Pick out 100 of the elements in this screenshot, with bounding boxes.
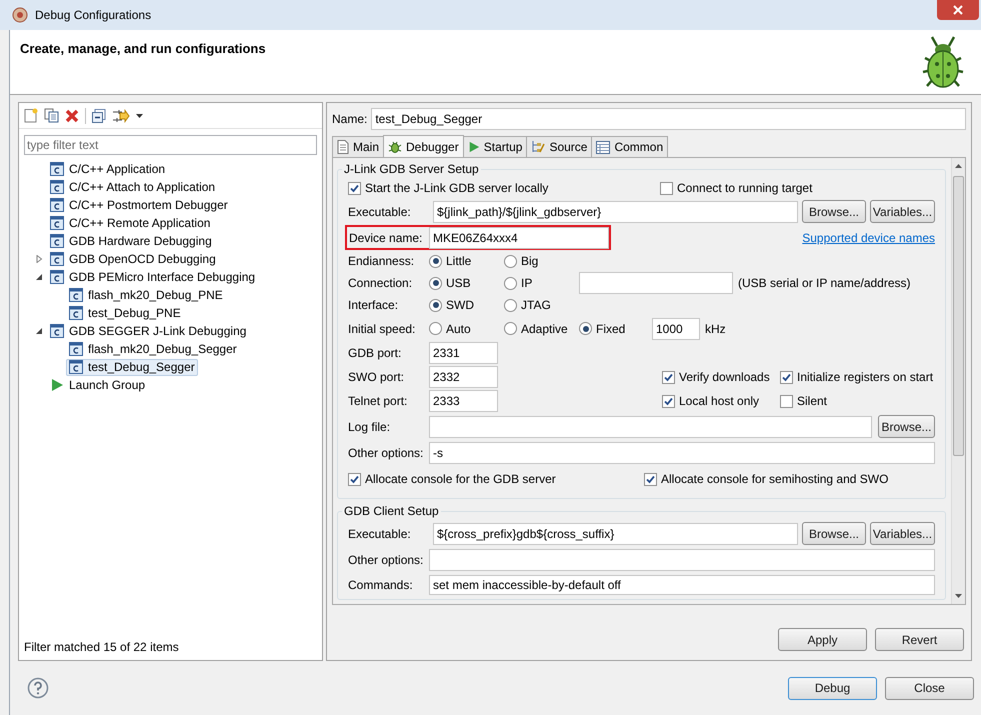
collapse-all-icon[interactable] bbox=[92, 108, 106, 122]
group-title: GDB Client Setup bbox=[343, 503, 440, 520]
field-label: Executable: bbox=[348, 526, 412, 542]
tree-item[interactable]: GDB OpenOCD Debugging bbox=[47, 250, 219, 268]
radio-button[interactable] bbox=[429, 254, 442, 268]
delete-icon[interactable] bbox=[65, 108, 79, 122]
scroll-up-icon[interactable] bbox=[955, 164, 962, 168]
c-file-icon bbox=[69, 288, 83, 302]
filter-field[interactable]: type filter text bbox=[24, 135, 317, 155]
push-button[interactable]: Browse... bbox=[878, 415, 935, 438]
checkbox-label: Allocate console for semihosting and SWO bbox=[661, 471, 888, 488]
tree-item[interactable]: Launch Group bbox=[47, 376, 148, 394]
scroll-thumb[interactable] bbox=[953, 176, 964, 456]
supported-devices-link[interactable]: Supported device names bbox=[802, 228, 935, 246]
push-button[interactable]: Variables... bbox=[870, 200, 935, 223]
radio-button[interactable] bbox=[579, 322, 592, 335]
checkbox[interactable] bbox=[780, 370, 793, 384]
text-field[interactable] bbox=[429, 549, 935, 571]
radio-button[interactable] bbox=[504, 276, 517, 290]
tree-item[interactable]: C/C++ Remote Application bbox=[47, 214, 214, 232]
field-label: Executable: bbox=[348, 204, 412, 220]
text-field[interactable]: -s bbox=[429, 442, 935, 464]
radio-button[interactable] bbox=[504, 322, 517, 335]
push-button[interactable]: Variables... bbox=[870, 522, 935, 545]
radio-label: USB bbox=[446, 275, 471, 292]
checkbox[interactable] bbox=[348, 182, 361, 194]
c-file-icon bbox=[50, 234, 64, 248]
tree-item[interactable]: GDB SEGGER J-Link Debugging bbox=[47, 322, 250, 340]
push-button[interactable]: Close bbox=[885, 676, 974, 700]
text-field[interactable]: ${jlink_path}/${jlink_gdbserver} bbox=[433, 200, 798, 222]
radio-label: SWD bbox=[446, 297, 474, 314]
table-icon bbox=[596, 140, 610, 154]
filter-status: Filter matched 15 of 22 items bbox=[23, 639, 180, 656]
field-label: Telnet port: bbox=[348, 393, 408, 410]
checkbox[interactable] bbox=[662, 394, 675, 408]
expand-arrow-icon[interactable] bbox=[35, 255, 43, 263]
document-icon bbox=[337, 140, 349, 154]
push-button[interactable]: Browse... bbox=[802, 522, 866, 545]
checkbox[interactable] bbox=[780, 394, 793, 408]
c-file-icon bbox=[69, 360, 83, 374]
tree-item[interactable]: flash_mk20_Debug_Segger bbox=[66, 340, 240, 358]
tab[interactable]: Common bbox=[591, 136, 668, 157]
radio-button[interactable] bbox=[504, 298, 517, 312]
close-icon bbox=[953, 5, 963, 15]
device-name-field[interactable]: MKE06Z64xxx4 bbox=[429, 226, 609, 248]
tree-item[interactable]: C/C++ Postmortem Debugger bbox=[47, 196, 231, 214]
name-field[interactable]: test_Debug_Segger bbox=[371, 108, 966, 130]
text-field[interactable]: 2331 bbox=[429, 342, 498, 364]
push-button[interactable]: Revert bbox=[875, 628, 964, 651]
tab[interactable]: Main bbox=[332, 136, 384, 157]
push-button[interactable]: Browse... bbox=[802, 200, 866, 223]
radio-button[interactable] bbox=[429, 322, 442, 335]
field-label: GDB port: bbox=[348, 345, 402, 362]
tree-item[interactable]: C/C++ Application bbox=[47, 160, 168, 178]
text-field[interactable] bbox=[429, 416, 872, 438]
collapse-arrow-icon[interactable] bbox=[35, 273, 43, 281]
text-field[interactable]: ${cross_prefix}gdb${cross_suffix} bbox=[433, 522, 798, 544]
radio-button[interactable] bbox=[504, 254, 517, 268]
text-field[interactable] bbox=[579, 272, 733, 294]
header-title: Create, manage, and run configurations bbox=[20, 40, 266, 58]
filter-arrow-icon[interactable] bbox=[112, 108, 130, 122]
close-button[interactable] bbox=[937, 0, 979, 20]
tree-item[interactable]: GDB PEMicro Interface Debugging bbox=[47, 268, 258, 286]
field-hint: kHz bbox=[705, 320, 726, 338]
tab[interactable]: Startup bbox=[462, 136, 528, 157]
field-label: Connection: bbox=[348, 275, 414, 292]
tree-item[interactable]: flash_mk20_Debug_PNE bbox=[66, 286, 226, 304]
tab[interactable]: Debugger bbox=[383, 135, 464, 157]
checkbox[interactable] bbox=[660, 182, 673, 194]
commands-field[interactable]: set mem inaccessible-by-default off bbox=[429, 575, 935, 595]
dropdown-caret-icon[interactable] bbox=[136, 114, 143, 118]
push-button[interactable]: Apply bbox=[778, 628, 867, 651]
field-label: Other options: bbox=[348, 552, 424, 569]
text-field[interactable]: 2332 bbox=[429, 366, 498, 388]
radio-button[interactable] bbox=[429, 298, 442, 312]
duplicate-icon[interactable] bbox=[44, 108, 59, 123]
radio-label: Fixed bbox=[596, 320, 626, 338]
play-icon bbox=[468, 141, 480, 153]
checkbox-label: Connect to running target bbox=[677, 180, 812, 197]
text-field[interactable]: 1000 bbox=[652, 318, 700, 340]
checkbox[interactable] bbox=[348, 472, 361, 486]
radio-label: Little bbox=[446, 253, 472, 270]
push-button[interactable]: Debug bbox=[788, 676, 877, 700]
tab[interactable]: Source bbox=[526, 136, 592, 157]
tree-item[interactable]: test_Debug_PNE bbox=[66, 304, 184, 322]
checkbox[interactable] bbox=[644, 472, 657, 486]
checkbox[interactable] bbox=[662, 370, 675, 384]
scrollbar[interactable] bbox=[951, 158, 965, 604]
help-icon[interactable] bbox=[27, 677, 49, 699]
radio-label: Adaptive bbox=[521, 320, 568, 338]
collapse-arrow-icon[interactable] bbox=[35, 327, 43, 335]
new-file-icon[interactable] bbox=[24, 108, 38, 123]
text-field[interactable]: 2333 bbox=[429, 390, 498, 412]
tree-item[interactable]: test_Debug_Segger bbox=[66, 358, 198, 376]
field-label: Name: bbox=[332, 111, 368, 128]
tree-item[interactable]: GDB Hardware Debugging bbox=[47, 232, 215, 250]
field-hint: (USB serial or IP name/address) bbox=[738, 275, 911, 292]
radio-button[interactable] bbox=[429, 276, 442, 290]
scroll-down-icon[interactable] bbox=[955, 594, 962, 598]
tree-item[interactable]: C/C++ Attach to Application bbox=[47, 178, 218, 196]
